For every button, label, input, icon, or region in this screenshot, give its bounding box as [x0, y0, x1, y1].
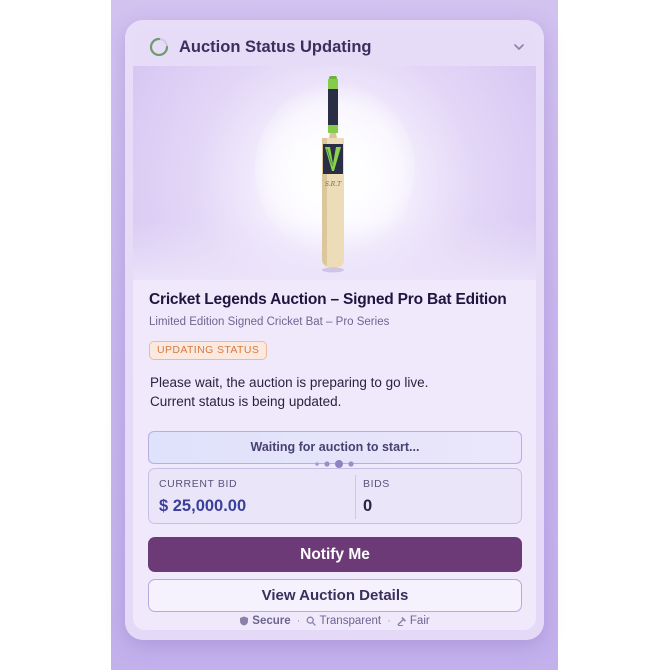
bid-stats: CURRENT BID $ 25,000.00 BIDS 0	[148, 468, 522, 524]
auction-title: Cricket Legends Auction – Signed Pro Bat…	[149, 291, 507, 308]
shield-icon	[240, 616, 249, 626]
status-message-line-2: Current status is being updated.	[150, 394, 342, 409]
footer-separator: ·	[296, 615, 301, 627]
status-message-line-1: Please wait, the auction is preparing to…	[150, 375, 429, 390]
transparent-item: Transparent	[306, 615, 381, 627]
waiting-text: Waiting for auction to start...	[250, 440, 420, 454]
fair-item: Fair	[397, 615, 430, 627]
status-header[interactable]: Auction Status Updating	[133, 30, 536, 66]
loading-dots-icon	[315, 460, 354, 468]
notify-me-button[interactable]: Notify Me	[148, 537, 522, 572]
svg-text:S.R.T: S.R.T	[325, 181, 342, 188]
fair-label: Fair	[409, 615, 430, 627]
auction-subtitle: Limited Edition Signed Cricket Bat – Pro…	[149, 316, 390, 328]
device-frame: Auction Status Updating S.R.T Cricket Le…	[111, 0, 558, 670]
search-icon	[307, 616, 317, 626]
secure-label: Secure	[252, 615, 291, 627]
loading-spinner-icon	[149, 37, 169, 57]
current-bid-value: $ 25,000.00	[159, 497, 247, 515]
auction-card: Auction Status Updating S.R.T Cricket Le…	[125, 20, 544, 640]
secure-item: Secure	[239, 615, 291, 627]
transparent-label: Transparent	[319, 615, 382, 627]
status-message: Please wait, the auction is preparing to…	[150, 373, 520, 411]
current-bid-label: CURRENT BID	[159, 478, 238, 490]
auction-card-inner: Auction Status Updating S.R.T Cricket Le…	[133, 30, 536, 630]
product-image: S.R.T	[133, 66, 536, 280]
bids-label: BIDS	[363, 478, 390, 490]
bids-count: 0	[363, 497, 373, 515]
header-title: Auction Status Updating	[179, 38, 372, 56]
stats-divider	[355, 475, 356, 519]
gavel-icon	[397, 617, 406, 626]
status-badge: UPDATING STATUS	[149, 341, 268, 360]
footer-separator: ·	[387, 615, 391, 627]
cricket-bat-image: S.R.T	[322, 76, 344, 273]
trust-footer: Secure · Transparent · Fair	[125, 613, 544, 629]
view-auction-details-button[interactable]: View Auction Details	[148, 579, 522, 612]
chevron-down-icon[interactable]	[512, 40, 526, 54]
